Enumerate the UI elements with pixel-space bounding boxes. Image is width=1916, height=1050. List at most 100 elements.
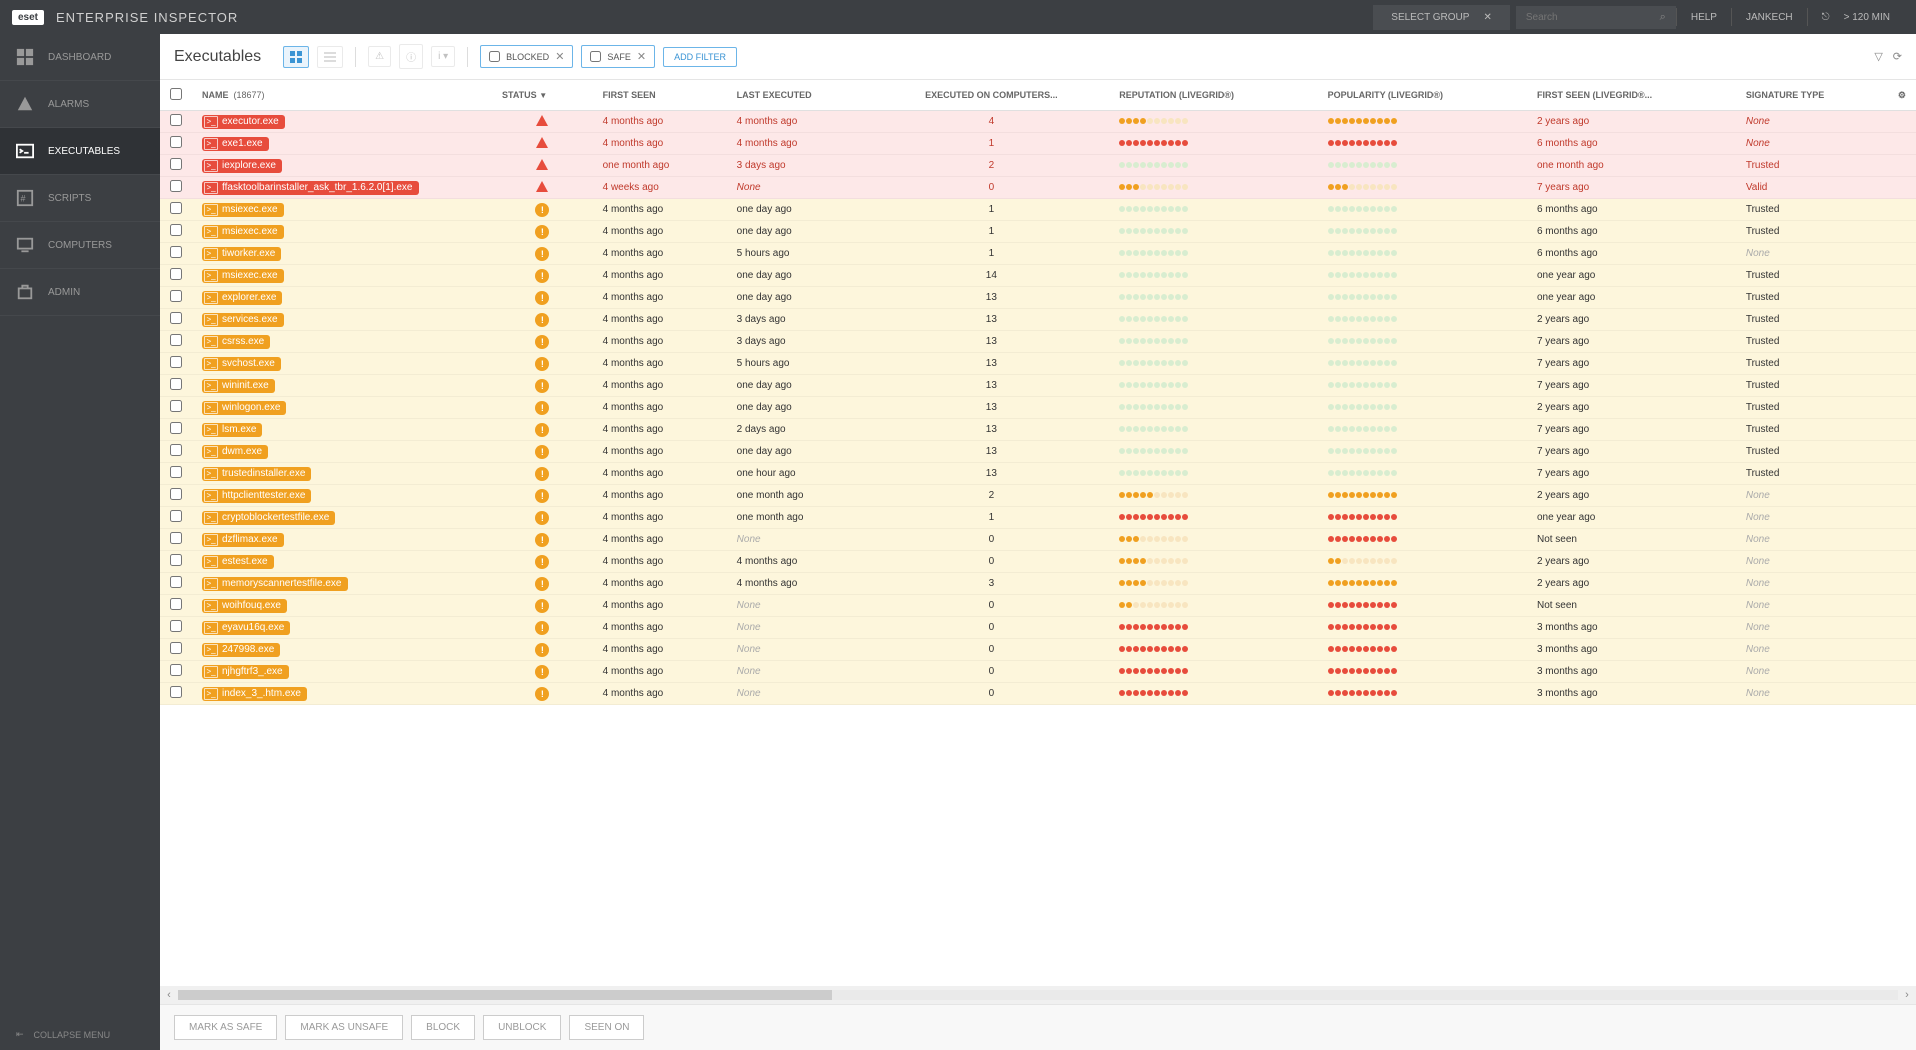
logout-icon[interactable]: ⎋ [1808, 12, 1844, 23]
row-checkbox[interactable] [170, 224, 182, 236]
table-row[interactable]: >_tiworker.exe ! 4 months ago 5 hours ag… [160, 243, 1916, 265]
mark-safe-button[interactable]: MARK AS SAFE [174, 1015, 277, 1040]
executable-name-pill[interactable]: >_msiexec.exe [202, 269, 284, 283]
table-wrap[interactable]: NAME (18677) STATUS ▼ FIRST SEEN LAST EX… [160, 80, 1916, 986]
executable-name-pill[interactable]: >_ffasktoolbarinstaller_ask_tbr_1.6.2.0[… [202, 181, 419, 195]
row-checkbox[interactable] [170, 400, 182, 412]
sidebar-item-admin[interactable]: ADMIN [0, 269, 160, 316]
filter-icon[interactable]: ▽ [1874, 50, 1882, 63]
layout-list-button[interactable] [317, 46, 343, 68]
table-row[interactable]: >_iexplore.exe one month ago 3 days ago … [160, 155, 1916, 177]
filter-blocked-checkbox[interactable] [489, 51, 500, 62]
filter-blocked[interactable]: BLOCKED ✕ [480, 45, 573, 68]
search-input[interactable] [1526, 12, 1660, 23]
horizontal-scrollbar[interactable]: ‹ › [160, 986, 1916, 1004]
executable-name-pill[interactable]: >_explorer.exe [202, 291, 282, 305]
collapse-menu-button[interactable]: ⇤ COLLAPSE MENU [16, 1029, 110, 1040]
table-row[interactable]: >_cryptoblockertestfile.exe ! 4 months a… [160, 507, 1916, 529]
scroll-right-icon[interactable]: › [1898, 989, 1916, 1001]
row-checkbox[interactable] [170, 422, 182, 434]
block-button[interactable]: BLOCK [411, 1015, 475, 1040]
table-row[interactable]: >_eyavu16q.exe ! 4 months ago None 0 3 m… [160, 617, 1916, 639]
table-row[interactable]: >_executor.exe 4 months ago 4 months ago… [160, 111, 1916, 133]
row-checkbox[interactable] [170, 444, 182, 456]
scroll-thumb[interactable] [178, 990, 832, 1000]
table-row[interactable]: >_msiexec.exe ! 4 months ago one day ago… [160, 221, 1916, 243]
row-checkbox[interactable] [170, 510, 182, 522]
user-name[interactable]: JANKECH [1732, 12, 1807, 23]
sidebar-item-dashboard[interactable]: DASHBOARD [0, 34, 160, 81]
row-checkbox[interactable] [170, 334, 182, 346]
row-checkbox[interactable] [170, 180, 182, 192]
table-row[interactable]: >_msiexec.exe ! 4 months ago one day ago… [160, 265, 1916, 287]
select-all-checkbox[interactable] [170, 88, 182, 100]
sidebar-item-computers[interactable]: COMPUTERS [0, 222, 160, 269]
layout-grid-button[interactable] [283, 46, 309, 68]
col-popularity[interactable]: POPULARITY (LIVEGRID®) [1318, 80, 1527, 111]
col-executed-on[interactable]: EXECUTED ON COMPUTERS... [874, 80, 1110, 111]
table-row[interactable]: >_dzflimax.exe ! 4 months ago None 0 Not… [160, 529, 1916, 551]
select-all-header[interactable] [160, 80, 192, 111]
close-icon[interactable]: ✕ [555, 50, 564, 63]
search-input-wrap[interactable]: ⌕ [1516, 6, 1676, 29]
select-group-button[interactable]: SELECT GROUP ✕ [1373, 5, 1510, 30]
col-settings[interactable]: ⚙ [1888, 80, 1916, 111]
executable-name-pill[interactable]: >_njhgftrf3_.exe [202, 665, 289, 679]
row-checkbox[interactable] [170, 488, 182, 500]
col-status[interactable]: STATUS ▼ [492, 80, 593, 111]
table-row[interactable]: >_memoryscannertestfile.exe ! 4 months a… [160, 573, 1916, 595]
table-row[interactable]: >_dwm.exe ! 4 months ago one day ago 13 … [160, 441, 1916, 463]
executable-name-pill[interactable]: >_eyavu16q.exe [202, 621, 290, 635]
table-row[interactable]: >_estest.exe ! 4 months ago 4 months ago… [160, 551, 1916, 573]
info-icon[interactable]: i ▾ [431, 46, 455, 67]
sidebar-item-executables[interactable]: EXECUTABLES [0, 128, 160, 175]
executable-name-pill[interactable]: >_index_3_.htm.exe [202, 687, 307, 701]
col-last-executed[interactable]: LAST EXECUTED [727, 80, 874, 111]
row-checkbox[interactable] [170, 554, 182, 566]
row-checkbox[interactable] [170, 312, 182, 324]
table-row[interactable]: >_msiexec.exe ! 4 months ago one day ago… [160, 199, 1916, 221]
executable-name-pill[interactable]: >_services.exe [202, 313, 284, 327]
col-signature-type[interactable]: SIGNATURE TYPE [1736, 80, 1888, 111]
table-row[interactable]: >_svchost.exe ! 4 months ago 5 hours ago… [160, 353, 1916, 375]
row-checkbox[interactable] [170, 114, 182, 126]
seen-on-button[interactable]: SEEN ON [569, 1015, 644, 1040]
add-filter-button[interactable]: ADD FILTER [663, 47, 737, 67]
table-row[interactable]: >_winlogon.exe ! 4 months ago one day ag… [160, 397, 1916, 419]
table-row[interactable]: >_wininit.exe ! 4 months ago one day ago… [160, 375, 1916, 397]
refresh-icon[interactable]: ⟳ [1893, 50, 1902, 63]
table-row[interactable]: >_services.exe ! 4 months ago 3 days ago… [160, 309, 1916, 331]
executable-name-pill[interactable]: >_winlogon.exe [202, 401, 286, 415]
executable-name-pill[interactable]: >_lsm.exe [202, 423, 262, 437]
executable-name-pill[interactable]: >_httpclienttester.exe [202, 489, 311, 503]
executable-name-pill[interactable]: >_msiexec.exe [202, 225, 284, 239]
row-checkbox[interactable] [170, 664, 182, 676]
executable-name-pill[interactable]: >_svchost.exe [202, 357, 281, 371]
row-checkbox[interactable] [170, 378, 182, 390]
sidebar-item-scripts[interactable]: #SCRIPTS [0, 175, 160, 222]
help-link[interactable]: HELP [1677, 12, 1731, 23]
filter-safe-checkbox[interactable] [590, 51, 601, 62]
executable-name-pill[interactable]: >_executor.exe [202, 115, 285, 129]
executable-name-pill[interactable]: >_cryptoblockertestfile.exe [202, 511, 335, 525]
row-checkbox[interactable] [170, 202, 182, 214]
executable-name-pill[interactable]: >_iexplore.exe [202, 159, 282, 173]
table-row[interactable]: >_ffasktoolbarinstaller_ask_tbr_1.6.2.0[… [160, 177, 1916, 199]
table-row[interactable]: >_explorer.exe ! 4 months ago one day ag… [160, 287, 1916, 309]
executable-name-pill[interactable]: >_memoryscannertestfile.exe [202, 577, 348, 591]
executable-name-pill[interactable]: >_wininit.exe [202, 379, 275, 393]
col-reputation[interactable]: REPUTATION (LIVEGRID®) [1109, 80, 1317, 111]
executable-name-pill[interactable]: >_dzflimax.exe [202, 533, 284, 547]
scroll-left-icon[interactable]: ‹ [160, 989, 178, 1001]
close-icon[interactable]: ✕ [637, 50, 646, 63]
executable-name-pill[interactable]: >_msiexec.exe [202, 203, 284, 217]
row-checkbox[interactable] [170, 268, 182, 280]
table-row[interactable]: >_woihfouq.exe ! 4 months ago None 0 Not… [160, 595, 1916, 617]
row-checkbox[interactable] [170, 532, 182, 544]
executable-name-pill[interactable]: >_woihfouq.exe [202, 599, 287, 613]
table-row[interactable]: >_trustedinstaller.exe ! 4 months ago on… [160, 463, 1916, 485]
table-row[interactable]: >_httpclienttester.exe ! 4 months ago on… [160, 485, 1916, 507]
row-checkbox[interactable] [170, 598, 182, 610]
row-checkbox[interactable] [170, 642, 182, 654]
row-checkbox[interactable] [170, 290, 182, 302]
